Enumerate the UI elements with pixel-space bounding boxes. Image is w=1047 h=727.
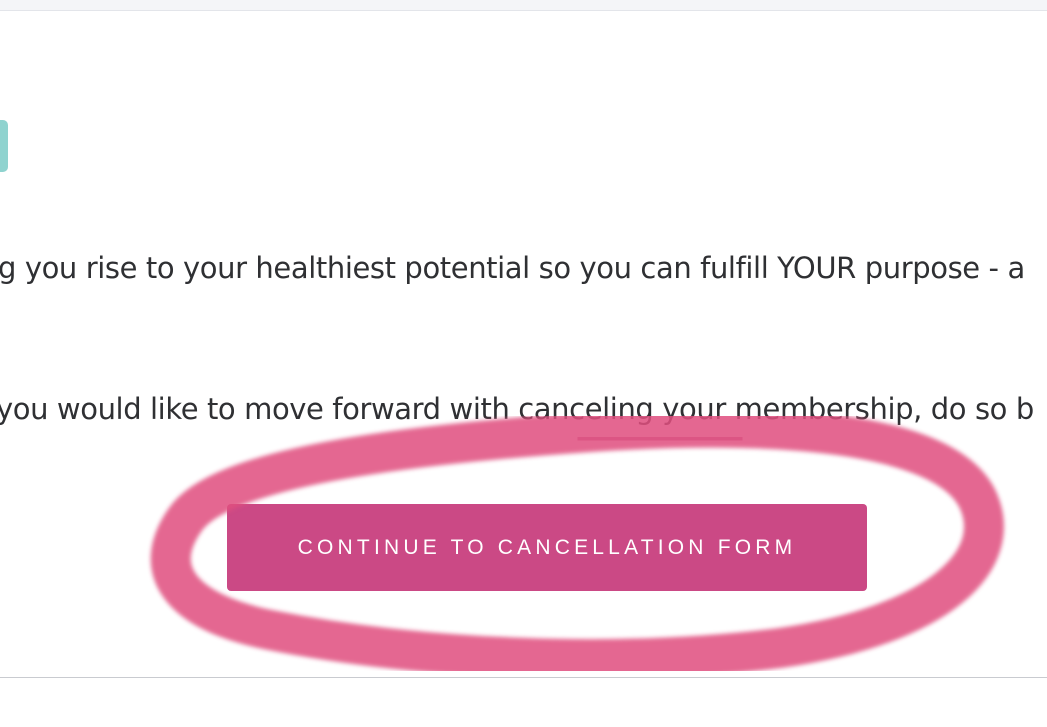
hand-drawn-highlight-circle — [150, 407, 1004, 679]
continue-to-cancellation-form-button[interactable]: CONTINUE TO CANCELLATION FORM — [227, 504, 867, 591]
body-text-line-2: you would like to move forward with canc… — [0, 392, 1034, 426]
bottom-divider — [0, 677, 1047, 678]
top-border-strip — [0, 0, 1047, 11]
page: g you rise to your healthiest potential … — [0, 0, 1047, 727]
body-text-line-1: g you rise to your healthiest potential … — [0, 251, 1025, 285]
teal-accent-tab — [0, 120, 8, 172]
